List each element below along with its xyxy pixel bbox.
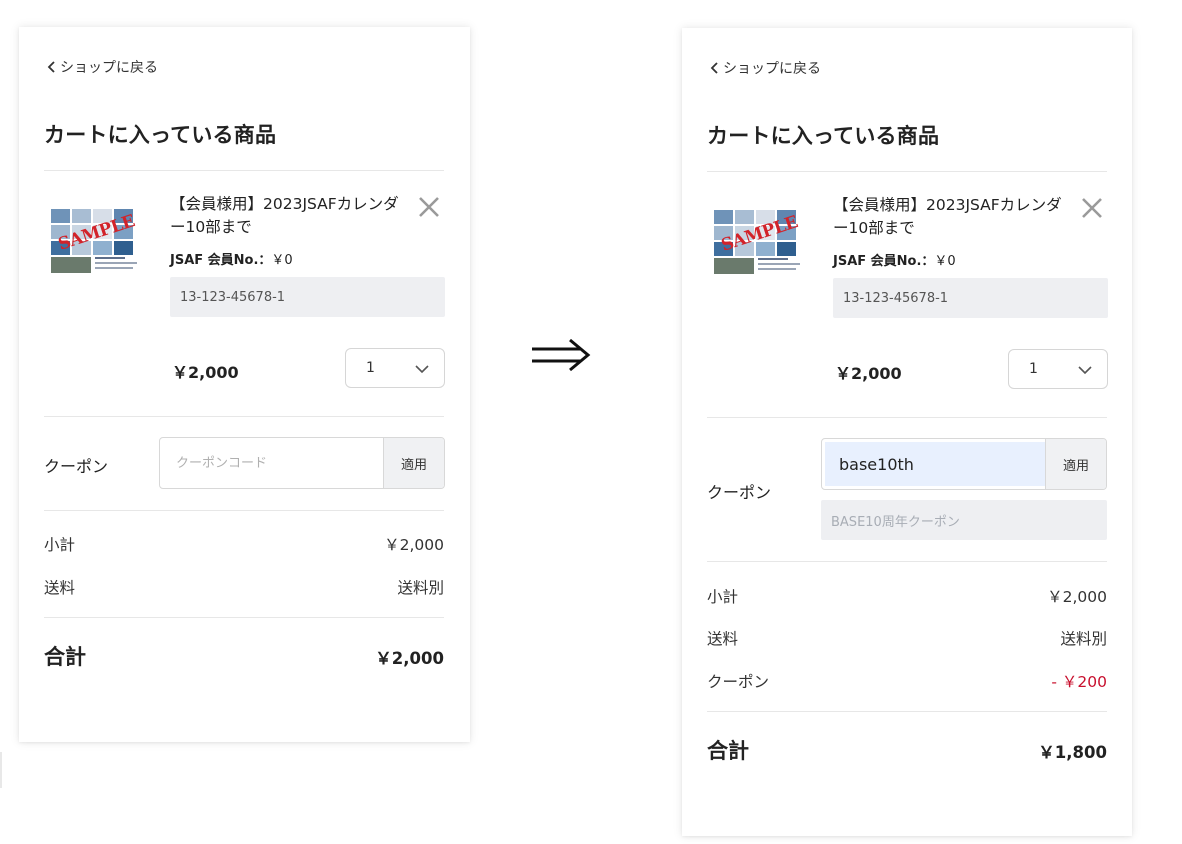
quantity-select[interactable]: 1 [1008, 349, 1108, 389]
shipping-value: 送料別 [397, 579, 444, 597]
subtotal-value: ￥2,000 [384, 536, 444, 554]
divider [44, 617, 444, 618]
back-to-shop-link[interactable]: ショップに戻る [46, 57, 158, 77]
subtotal-value: ￥2,000 [1047, 588, 1107, 606]
quantity-value: 1 [1029, 361, 1038, 377]
item-price: ￥2,000 [835, 364, 902, 383]
subtotal-label: 小計 [44, 536, 76, 554]
coupon-field-group: 適用 [159, 437, 445, 489]
product-name: 【会員様用】2023JSAFカレンダー10部まで [833, 196, 1062, 237]
cart-title: カートに入っている商品 [707, 124, 940, 148]
coupon-discount-value: - ￥200 [1051, 673, 1107, 691]
divider [44, 170, 444, 171]
divider [44, 416, 444, 417]
cart-title: カートに入っている商品 [44, 123, 277, 147]
chevron-down-icon [415, 365, 429, 374]
quantity-select[interactable]: 1 [345, 348, 445, 388]
coupon-discount-label: クーポン [707, 673, 770, 691]
applied-coupon-name: BASE10周年クーポン [821, 500, 1107, 540]
product-name: 【会員様用】2023JSAFカレンダー10部まで [170, 195, 399, 236]
chevron-down-icon [1078, 366, 1092, 375]
double-right-arrow-icon [532, 338, 591, 372]
product-thumbnail: SAMPLE [714, 210, 808, 276]
total-label: 合計 [707, 739, 749, 763]
coupon-label: クーポン [44, 457, 109, 476]
total-value: ￥1,800 [1038, 743, 1107, 762]
coupon-code-input[interactable] [160, 438, 383, 488]
product-thumbnail: SAMPLE [51, 209, 145, 275]
item-price: ￥2,000 [172, 363, 239, 382]
coupon-label: クーポン [707, 483, 772, 502]
remove-item-icon[interactable] [417, 195, 441, 219]
total-label: 合計 [44, 645, 86, 669]
coupon-apply-button[interactable]: 適用 [383, 438, 444, 488]
member-label-text: JSAF 会員No.： [170, 253, 272, 268]
calendar-image: SAMPLE [714, 210, 800, 274]
coupon-field-group: 適用 [821, 438, 1107, 490]
edge-mark [0, 752, 2, 788]
quantity-value: 1 [366, 360, 375, 376]
total-value: ￥2,000 [375, 649, 444, 668]
member-number-field[interactable]: 13-123-45678-1 [833, 278, 1108, 318]
shipping-value: 送料別 [1060, 630, 1107, 648]
back-to-shop-link[interactable]: ショップに戻る [709, 58, 821, 78]
back-link-label: ショップに戻る [723, 61, 821, 77]
member-number-label: JSAF 会員No.：￥0 [170, 249, 293, 268]
chevron-left-icon [47, 61, 55, 73]
member-price: ￥0 [934, 254, 956, 269]
member-label-text: JSAF 会員No.： [833, 254, 935, 269]
subtotal-label: 小計 [707, 588, 739, 606]
divider [707, 561, 1107, 562]
chevron-left-icon [710, 62, 718, 74]
coupon-apply-button[interactable]: 適用 [1045, 439, 1106, 489]
member-number-field[interactable]: 13-123-45678-1 [170, 277, 445, 317]
cart-panel-after: ショップに戻る カートに入っている商品 SAMPLE 【会員様用】2023JSA… [682, 28, 1132, 836]
member-price: ￥0 [271, 253, 293, 268]
cart-panel-before: ショップに戻る カートに入っている商品 SAMPLE 【会員様用】2023JSA… [19, 27, 470, 742]
member-number-label: JSAF 会員No.：￥0 [833, 250, 956, 269]
calendar-image: SAMPLE [51, 209, 137, 273]
remove-item-icon[interactable] [1080, 196, 1104, 220]
shipping-label: 送料 [707, 630, 739, 648]
divider [707, 417, 1107, 418]
divider [707, 711, 1107, 712]
divider [707, 171, 1107, 172]
shipping-label: 送料 [44, 579, 76, 597]
coupon-code-input[interactable] [825, 442, 1045, 486]
back-link-label: ショップに戻る [60, 60, 158, 76]
divider [44, 510, 444, 511]
